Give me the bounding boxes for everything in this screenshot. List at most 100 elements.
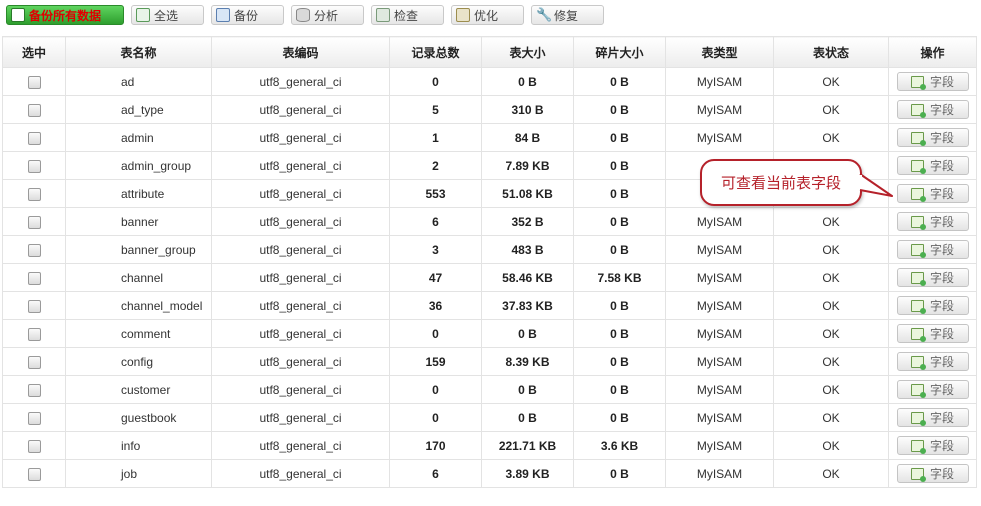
fields-label: 字段	[929, 355, 954, 369]
row-checkbox[interactable]	[27, 131, 41, 145]
row-checkbox[interactable]	[27, 243, 41, 257]
check-label: 检查	[394, 8, 419, 23]
row-checkbox[interactable]	[27, 159, 41, 173]
table-field-icon	[910, 383, 926, 398]
table-type: MyISAM	[665, 67, 774, 96]
row-checkbox[interactable]	[27, 103, 41, 117]
table-size: 0 B	[481, 67, 574, 96]
table-size: 0 B	[481, 403, 574, 432]
table-type: MyISAM	[665, 123, 774, 152]
table-name: admin	[65, 123, 212, 152]
fields-button[interactable]: 字段	[896, 352, 969, 371]
table-field-icon	[910, 355, 926, 370]
table-field-icon	[910, 411, 926, 426]
table-encoding: utf8_general_ci	[211, 347, 390, 376]
table-field-icon	[910, 75, 926, 90]
table-status: OK	[773, 123, 889, 152]
fields-label: 字段	[929, 439, 954, 453]
table-field-icon	[910, 243, 926, 258]
table-status: OK	[773, 431, 889, 460]
table-encoding: utf8_general_ci	[211, 459, 390, 488]
table-size: 37.83 KB	[481, 291, 574, 320]
table-name: channel	[65, 263, 212, 292]
record-count: 2	[389, 151, 482, 180]
analyze-label: 分析	[314, 8, 339, 23]
record-count: 5	[389, 95, 482, 124]
table-name: info	[65, 431, 212, 460]
table-encoding: utf8_general_ci	[211, 375, 390, 404]
row-checkbox[interactable]	[27, 271, 41, 285]
backup-button[interactable]: 备份	[211, 5, 284, 25]
fragment-size: 0 B	[573, 207, 666, 236]
tables-grid: 选中 表名称 表编码 记录总数 表大小 碎片大小 表类型 表状态 操作 ad u…	[2, 36, 977, 488]
record-count: 0	[389, 375, 482, 404]
fields-label: 字段	[929, 103, 954, 117]
table-status: OK	[773, 403, 889, 432]
table-field-icon	[910, 103, 926, 118]
repair-button[interactable]: 🔧 修复	[531, 5, 604, 25]
table-row: comment utf8_general_ci 0 0 B 0 B MyISAM…	[2, 319, 977, 348]
fields-button[interactable]: 字段	[896, 464, 969, 483]
table-status: OK	[773, 375, 889, 404]
record-count: 0	[389, 319, 482, 348]
table-size: 58.46 KB	[481, 263, 574, 292]
fields-button[interactable]: 字段	[896, 156, 969, 175]
table-type: MyISAM	[665, 263, 774, 292]
table-name: customer	[65, 375, 212, 404]
select-all-button[interactable]: 全选	[131, 5, 204, 25]
row-checkbox[interactable]	[27, 439, 41, 453]
fields-button[interactable]: 字段	[896, 324, 969, 343]
row-checkbox[interactable]	[27, 299, 41, 313]
row-checkbox[interactable]	[27, 383, 41, 397]
table-status: OK	[773, 67, 889, 96]
checklist-icon	[136, 8, 150, 22]
fields-button[interactable]: 字段	[896, 100, 969, 119]
backup-label: 备份	[234, 8, 259, 23]
row-checkbox[interactable]	[27, 355, 41, 369]
fields-button[interactable]: 字段	[896, 184, 969, 203]
toolbar: 备份所有数据 全选 备份 分析 检查 优化 🔧 修复	[6, 5, 604, 27]
fields-button[interactable]: 字段	[896, 380, 969, 399]
fields-button[interactable]: 字段	[896, 436, 969, 455]
table-row: job utf8_general_ci 6 3.89 KB 0 B MyISAM…	[2, 459, 977, 488]
fields-label: 字段	[929, 187, 954, 201]
table-header: 选中 表名称 表编码 记录总数 表大小 碎片大小 表类型 表状态 操作	[2, 36, 977, 68]
row-checkbox[interactable]	[27, 467, 41, 481]
row-checkbox[interactable]	[27, 411, 41, 425]
col-records: 记录总数	[389, 36, 482, 68]
fragment-size: 7.58 KB	[573, 263, 666, 292]
fields-label: 字段	[929, 271, 954, 285]
table-row: admin utf8_general_ci 1 84 B 0 B MyISAM …	[2, 123, 977, 152]
analyze-button[interactable]: 分析	[291, 5, 364, 25]
row-checkbox[interactable]	[27, 327, 41, 341]
optimize-button[interactable]: 优化	[451, 5, 524, 25]
fields-label: 字段	[929, 243, 954, 257]
table-row: ad utf8_general_ci 0 0 B 0 B MyISAM OK 字…	[2, 67, 977, 96]
backup-all-button[interactable]: 备份所有数据	[6, 5, 124, 25]
row-checkbox[interactable]	[27, 187, 41, 201]
col-status: 表状态	[773, 36, 889, 68]
table-encoding: utf8_general_ci	[211, 431, 390, 460]
fragment-size: 3.6 KB	[573, 431, 666, 460]
inspect-icon	[376, 8, 390, 22]
fields-button[interactable]: 字段	[896, 296, 969, 315]
fields-button[interactable]: 字段	[896, 240, 969, 259]
wrench-icon: 🔧	[536, 7, 553, 22]
fields-button[interactable]: 字段	[896, 212, 969, 231]
record-count: 47	[389, 263, 482, 292]
fields-button[interactable]: 字段	[896, 72, 969, 91]
table-type: MyISAM	[665, 403, 774, 432]
table-size: 3.89 KB	[481, 459, 574, 488]
table-status: OK	[773, 263, 889, 292]
table-encoding: utf8_general_ci	[211, 235, 390, 264]
fields-label: 字段	[929, 411, 954, 425]
fields-button[interactable]: 字段	[896, 408, 969, 427]
table-row: config utf8_general_ci 159 8.39 KB 0 B M…	[2, 347, 977, 376]
check-button[interactable]: 检查	[371, 5, 444, 25]
row-checkbox[interactable]	[27, 75, 41, 89]
table-name: ad	[65, 67, 212, 96]
fields-button[interactable]: 字段	[896, 128, 969, 147]
disk-icon	[216, 8, 230, 22]
fields-button[interactable]: 字段	[896, 268, 969, 287]
row-checkbox[interactable]	[27, 215, 41, 229]
